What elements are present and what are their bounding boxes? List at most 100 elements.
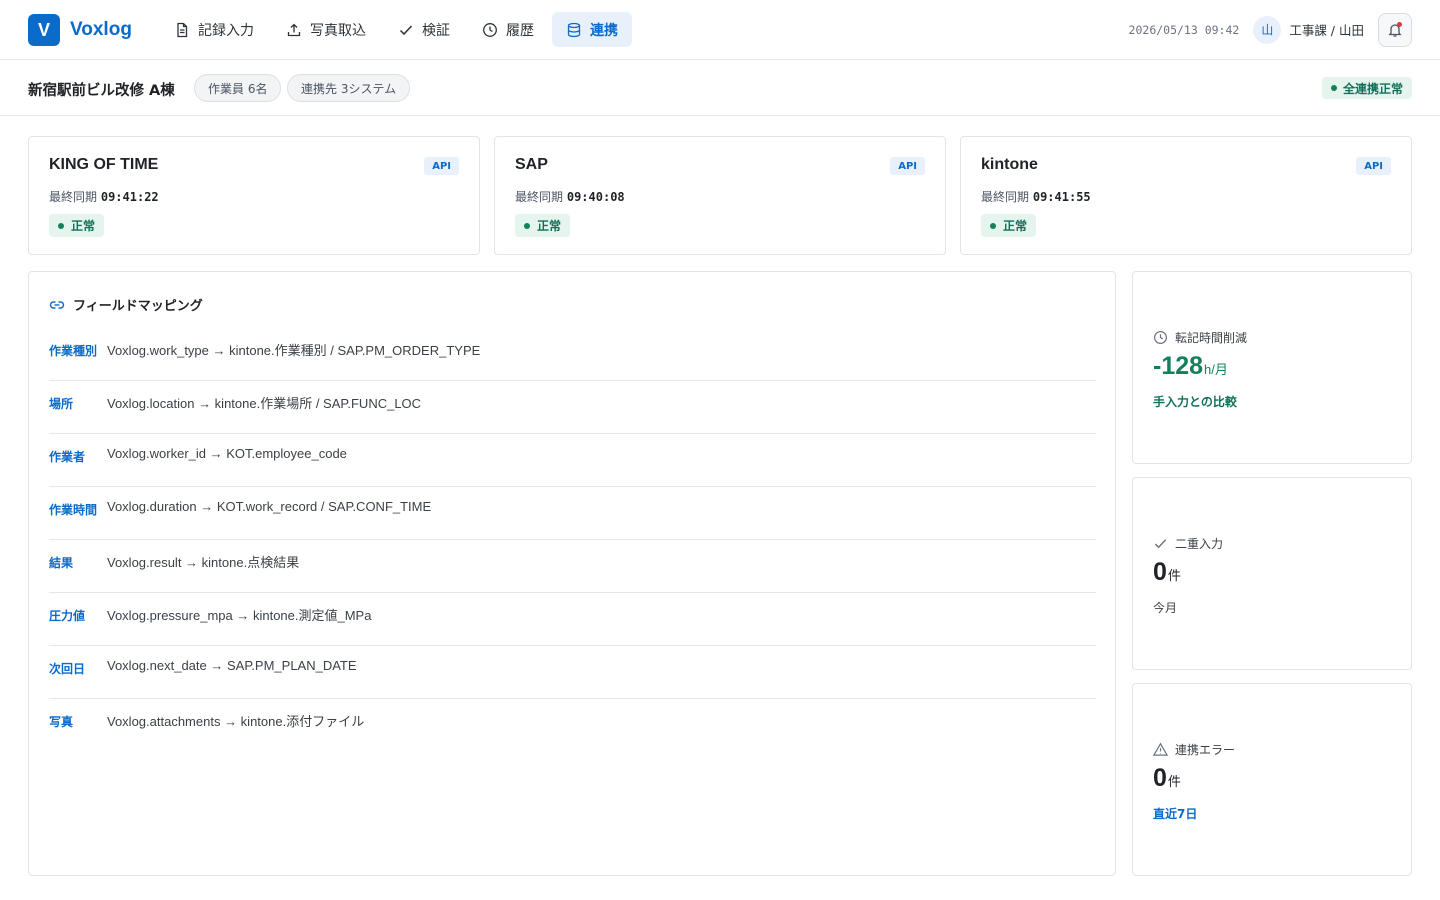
nav-label: 写真取込 [310, 22, 366, 39]
mapping-row: 作業者 Voxlog.worker_id → KOT.employee_code [49, 434, 1096, 487]
stat-card-double-entry: 二重入力 0件 今月 [1132, 477, 1412, 670]
stat-label: 二重入力 [1153, 535, 1223, 552]
mapping-value: Voxlog.pressure_mpa → kintone.測定値_MPa [107, 608, 372, 623]
stat-unit: 件 [1167, 568, 1181, 583]
api-badge: API [890, 157, 925, 175]
project-bar: 新宿駅前ビル改修 A棟 作業員 6名 連携先 3システム 全連携正常 [0, 60, 1440, 116]
nav-history[interactable]: 履歴 [468, 12, 548, 47]
nav-label: 連携 [590, 22, 618, 39]
app-logo[interactable]: V Voxlog [28, 14, 132, 46]
api-badge: API [424, 157, 459, 175]
stat-label: 転記時間削減 [1153, 329, 1247, 346]
overall-status-label: 全連携正常 [1342, 81, 1403, 96]
stat-card-time-saved: 転記時間削減 -128h/月 手入力との比較 [1132, 271, 1412, 464]
mapping-row: 次回日 Voxlog.next_date → SAP.PM_PLAN_DATE [49, 646, 1096, 699]
workers-chip: 作業員 6名 [194, 74, 282, 102]
mapping-value: Voxlog.duration → KOT.work_record / SAP.… [107, 499, 432, 514]
stat-label-text: 連携エラー [1175, 743, 1236, 757]
check-icon [399, 24, 413, 35]
status-dot [58, 222, 64, 229]
mapping-row: 結果 Voxlog.result → kintone.点検結果 [49, 540, 1096, 593]
status-dot [990, 222, 996, 229]
status-label: 正常 [537, 219, 562, 233]
partners-chip: 連携先 3システム [287, 74, 411, 102]
logo-mark: V [28, 14, 60, 46]
user-name[interactable]: 工事課 / 山田 [1289, 20, 1364, 39]
stat-number: 0 [1153, 764, 1167, 792]
database-icon [567, 22, 581, 37]
stat-label-text: 転記時間削減 [1175, 331, 1248, 345]
overall-status-badge: 全連携正常 [1321, 77, 1412, 99]
status-dot [1330, 85, 1337, 91]
nav-photo-import[interactable]: 写真取込 [272, 12, 380, 47]
stat-label-text: 二重入力 [1175, 537, 1224, 551]
upload-icon [287, 23, 301, 36]
sync-time: 09:40:08 [566, 190, 625, 204]
top-navigation-bar: V Voxlog 記録入力 写真取込 検証 履歴 連携 2026/05/13 0… [0, 0, 1440, 60]
document-icon [177, 22, 188, 37]
mapping-key: 次回日 [49, 662, 86, 676]
status-label: 正常 [71, 219, 96, 233]
mapping-key: 結果 [49, 556, 74, 570]
nav-label: 履歴 [506, 22, 534, 39]
system-card-kintone[interactable]: kintone API 最終同期 09:41:55 正常 [960, 136, 1412, 255]
field-mapping-label: フィールドマッピング [73, 299, 203, 314]
sync-time: 09:41:55 [1032, 190, 1091, 204]
mapping-value: Voxlog.worker_id → KOT.employee_code [107, 446, 347, 461]
stat-note: 手入力との比較 [1153, 395, 1237, 409]
mapping-value: Voxlog.next_date → SAP.PM_PLAN_DATE [107, 658, 357, 673]
last-sync: 最終同期 09:40:08 [515, 188, 625, 205]
nav-label: 記録入力 [198, 22, 254, 39]
status-badge: 正常 [981, 214, 1037, 237]
mapping-value: Voxlog.location → kintone.作業場所 / SAP.FUN… [107, 396, 422, 411]
nav-label: 検証 [422, 22, 450, 39]
stat-unit: h/月 [1204, 362, 1228, 377]
system-name: kintone [981, 156, 1038, 173]
link-icon [49, 300, 65, 309]
clock-icon [1153, 330, 1168, 345]
stat-unit: 件 [1167, 774, 1181, 789]
last-sync: 最終同期 09:41:55 [981, 188, 1091, 205]
current-datetime: 2026/05/13 09:42 [1128, 22, 1240, 37]
mapping-row: 写真 Voxlog.attachments → kintone.添付ファイル [49, 699, 1096, 752]
header-right: 2026/05/13 09:42 山 工事課 / 山田 [1129, 12, 1412, 47]
avatar[interactable]: 山 [1253, 15, 1282, 44]
mapping-value: Voxlog.attachments → kintone.添付ファイル [107, 714, 365, 729]
system-name: KING OF TIME [49, 156, 159, 173]
stat-note: 今月 [1153, 601, 1178, 615]
mapping-row: 圧力値 Voxlog.pressure_mpa → kintone.測定値_MP… [49, 593, 1096, 646]
mapping-key: 写真 [49, 715, 74, 729]
mapping-row: 場所 Voxlog.location → kintone.作業場所 / SAP.… [49, 381, 1096, 434]
notification-button[interactable] [1378, 12, 1412, 47]
last-sync: 最終同期 09:41:22 [49, 188, 159, 205]
warning-icon [1153, 742, 1168, 756]
mapping-row: 作業時間 Voxlog.duration → KOT.work_record /… [49, 487, 1096, 540]
mapping-key: 作業種別 [49, 344, 98, 358]
stat-card-sync-errors: 連携エラー 0件 直近7日 [1132, 683, 1412, 876]
system-name: SAP [515, 156, 548, 173]
sync-label: 最終同期 [981, 190, 1030, 204]
clock-icon [483, 22, 497, 37]
stat-note: 直近7日 [1153, 807, 1198, 821]
mapping-key: 場所 [49, 397, 74, 411]
field-mapping-panel: フィールドマッピング 作業種別 Voxlog.work_type → kinto… [28, 271, 1116, 876]
app-name: Voxlog [70, 19, 132, 40]
mapping-value: Voxlog.result → kintone.点検結果 [107, 555, 300, 570]
system-card-king-of-time[interactable]: KING OF TIME API 最終同期 09:41:22 正常 [28, 136, 480, 255]
stat-value: 0件 [1153, 764, 1181, 793]
stat-number: 0 [1153, 558, 1167, 586]
status-badge: 正常 [49, 214, 105, 237]
status-dot [524, 222, 530, 229]
sync-time: 09:41:22 [100, 190, 159, 204]
check-icon [1154, 539, 1167, 549]
mapping-key: 作業時間 [49, 503, 98, 517]
stat-number: -128 [1153, 352, 1204, 380]
system-card-sap[interactable]: SAP API 最終同期 09:40:08 正常 [494, 136, 946, 255]
nav-record-input[interactable]: 記録入力 [160, 12, 268, 47]
mapping-key: 作業者 [49, 450, 86, 464]
mapping-row: 作業種別 Voxlog.work_type → kintone.作業種別 / S… [49, 328, 1096, 381]
stat-label: 連携エラー [1153, 741, 1235, 758]
mapping-key: 圧力値 [49, 609, 86, 623]
nav-verify[interactable]: 検証 [384, 12, 464, 47]
nav-integration[interactable]: 連携 [552, 12, 632, 47]
